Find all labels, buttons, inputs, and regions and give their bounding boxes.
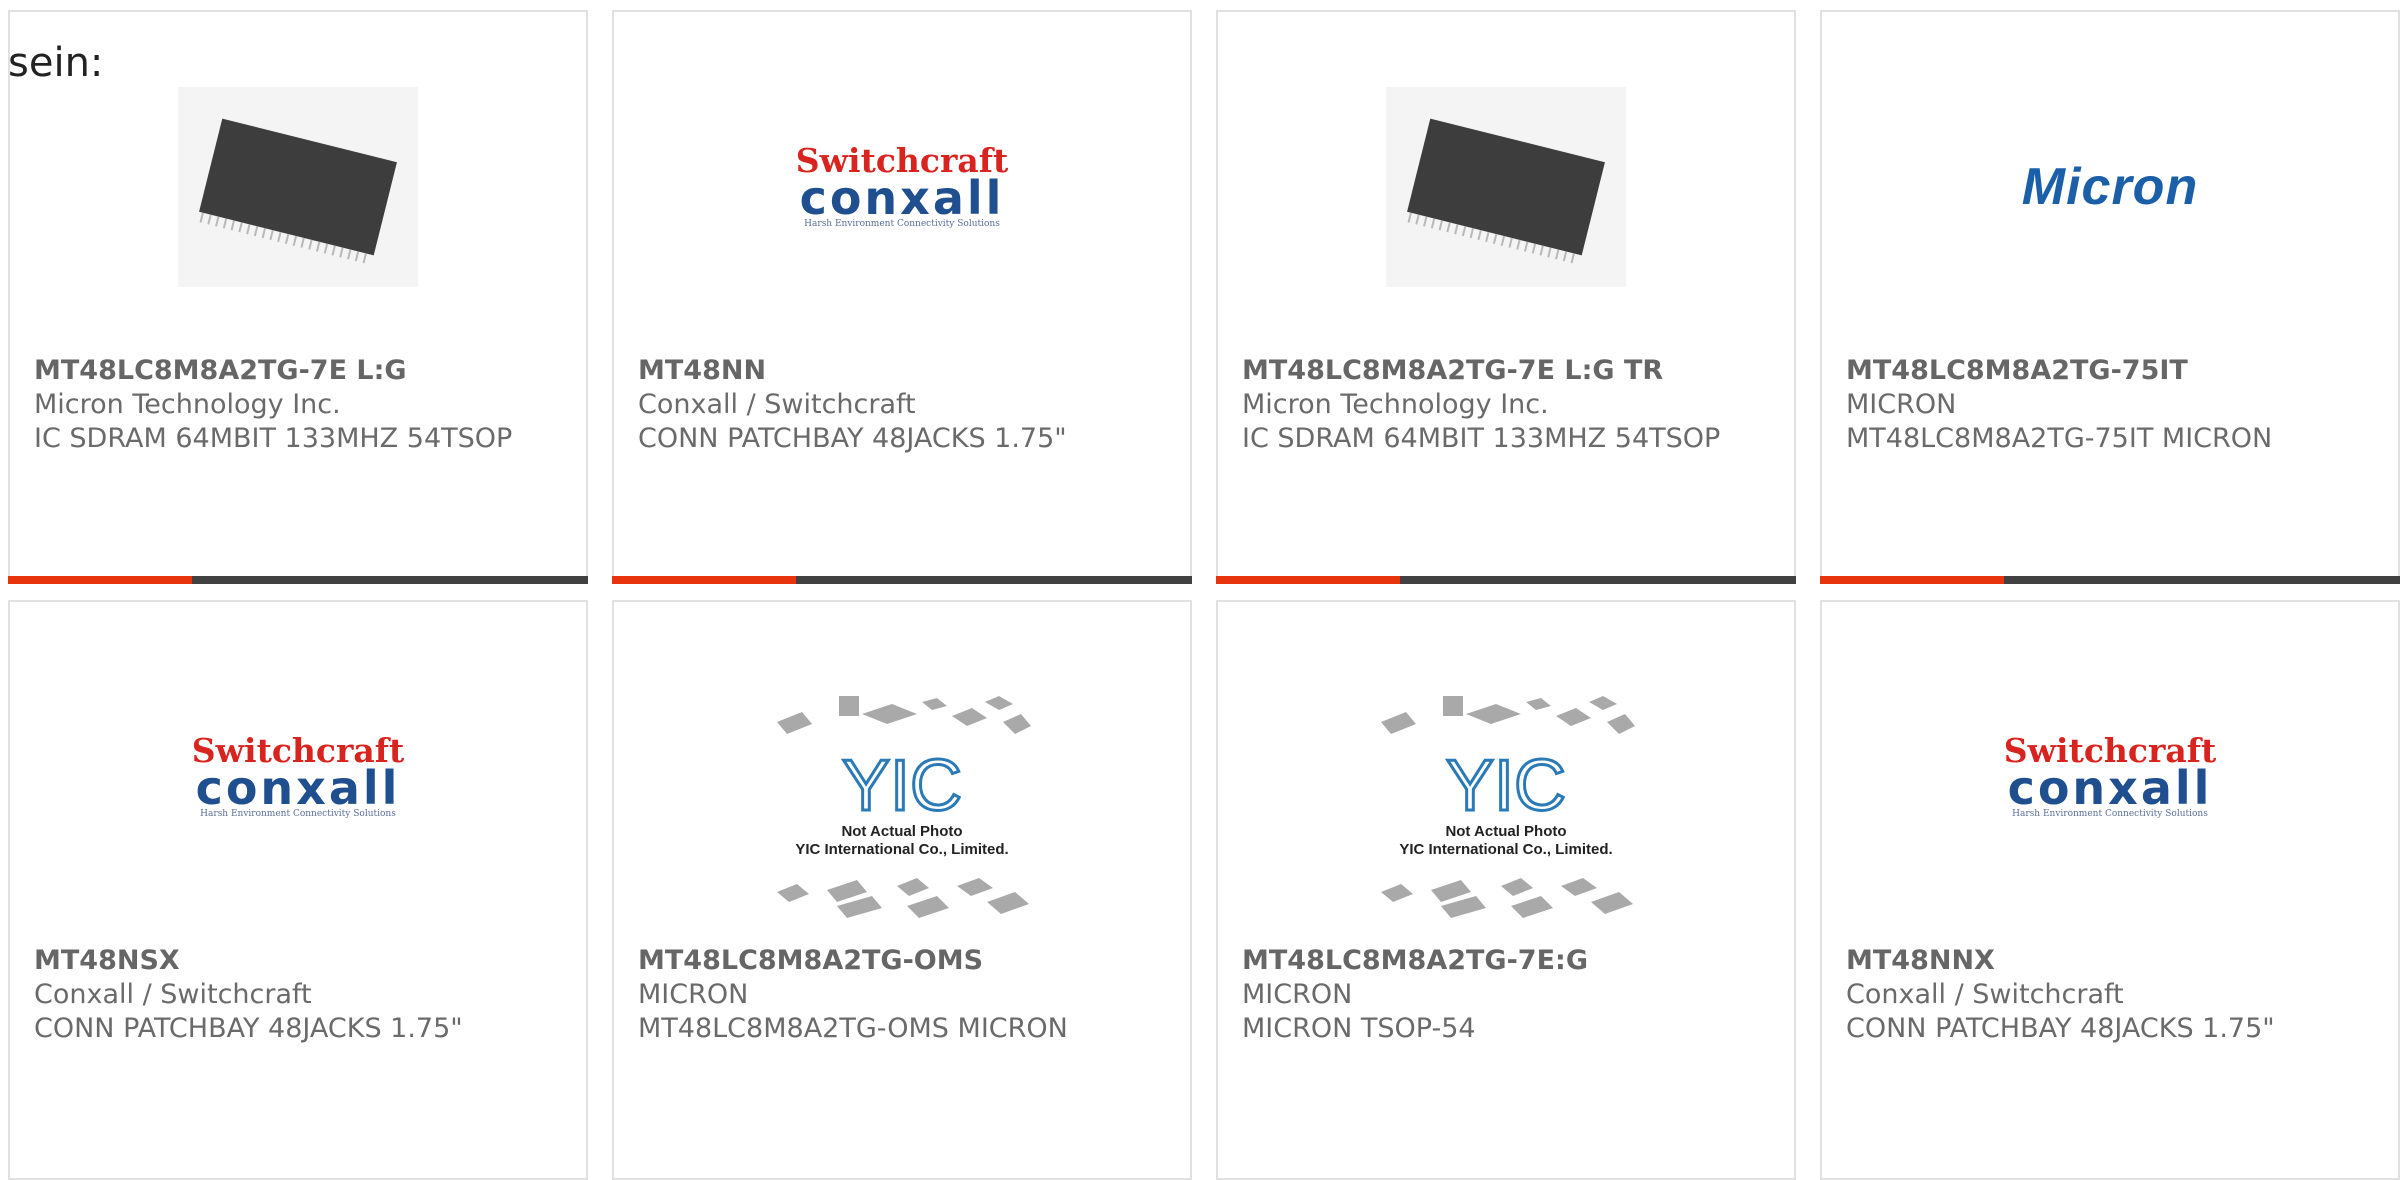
yic-placeholder-image: YIC Not Actual Photo YIC International C… — [777, 696, 1031, 918]
description: IC SDRAM 64MBIT 133MHZ 54TSOP — [34, 423, 513, 454]
product-card[interactable]: Switchcraft conxall Harsh Environment Co… — [8, 600, 588, 1180]
product-card[interactable]: YIC Not Actual Photo YIC International C… — [612, 600, 1192, 1180]
description: MICRON TSOP-54 — [1242, 1013, 1476, 1044]
product-card[interactable]: MT48LC8M8A2TG-7E L:G TR Micron Technolog… — [1216, 10, 1796, 584]
product-image[interactable]: Switchcraft conxall Harsh Environment Co… — [10, 657, 586, 897]
yic-placeholder-image: YIC Not Actual Photo YIC International C… — [1381, 696, 1635, 918]
card-accent-bar — [612, 576, 1192, 584]
description: CONN PATCHBAY 48JACKS 1.75" — [638, 423, 1067, 454]
switchcraft-conxall-logo: Switchcraft conxall Harsh Environment Co… — [2003, 731, 2217, 820]
description: MT48LC8M8A2TG-OMS MICRON — [638, 1013, 1068, 1044]
product-card[interactable]: MT48LC8M8A2TG-7E L:G Micron Technology I… — [8, 10, 588, 584]
product-image[interactable]: YIC Not Actual Photo YIC International C… — [614, 692, 1190, 932]
product-image[interactable]: Switchcraft conxall Harsh Environment Co… — [614, 67, 1190, 307]
svg-text:YIC: YIC — [842, 746, 962, 826]
manufacturer: MICRON — [1846, 389, 1957, 420]
switchcraft-conxall-logo: Switchcraft conxall Harsh Environment Co… — [795, 141, 1009, 230]
description: MT48LC8M8A2TG-75IT MICRON — [1846, 423, 2273, 454]
svg-text:Not Actual Photo: Not Actual Photo — [841, 823, 962, 840]
part-number-link[interactable]: MT48NN — [638, 354, 1170, 388]
product-card[interactable]: YIC Not Actual Photo YIC International C… — [1216, 600, 1796, 1180]
description: IC SDRAM 64MBIT 133MHZ 54TSOP — [1242, 423, 1721, 454]
manufacturer: MICRON — [638, 979, 749, 1010]
switchcraft-conxall-logo: Switchcraft conxall Harsh Environment Co… — [191, 731, 405, 820]
part-number-link[interactable]: MT48LC8M8A2TG-75IT — [1846, 354, 2378, 388]
manufacturer: Micron Technology Inc. — [1242, 389, 1549, 420]
svg-text:Not Actual Photo: Not Actual Photo — [1445, 823, 1566, 840]
product-image[interactable]: Micron — [1822, 67, 2398, 307]
svg-text:YIC International Co., Limited: YIC International Co., Limited. — [795, 841, 1008, 858]
product-image[interactable] — [1218, 67, 1794, 307]
part-number-link[interactable]: MT48LC8M8A2TG-7E:G — [1242, 944, 1774, 978]
part-number-link[interactable]: MT48LC8M8A2TG-7E L:G TR — [1242, 354, 1774, 388]
part-number-link[interactable]: MT48LC8M8A2TG-OMS — [638, 944, 1170, 978]
svg-text:YIC: YIC — [1446, 746, 1566, 826]
card-accent-bar — [1216, 576, 1796, 584]
intro-text: sein: — [8, 40, 104, 86]
part-number-link[interactable]: MT48NNX — [1846, 944, 2378, 978]
tsop-chip-image — [178, 87, 418, 287]
product-card[interactable]: Micron MT48LC8M8A2TG-75IT MICRON MT48LC8… — [1820, 10, 2400, 584]
manufacturer: Conxall / Switchcraft — [34, 979, 312, 1010]
svg-text:YIC International Co., Limited: YIC International Co., Limited. — [1399, 841, 1612, 858]
manufacturer: MICRON — [1242, 979, 1353, 1010]
product-card[interactable]: Switchcraft conxall Harsh Environment Co… — [1820, 600, 2400, 1180]
card-accent-bar — [1820, 576, 2400, 584]
tsop-chip-image — [1386, 87, 1626, 287]
micron-logo: Micron — [2021, 158, 2199, 216]
description: CONN PATCHBAY 48JACKS 1.75" — [34, 1013, 463, 1044]
part-number-link[interactable]: MT48LC8M8A2TG-7E L:G — [34, 354, 566, 388]
description: CONN PATCHBAY 48JACKS 1.75" — [1846, 1013, 2275, 1044]
product-image[interactable] — [10, 67, 586, 307]
card-accent-bar — [8, 576, 588, 584]
product-image[interactable]: YIC Not Actual Photo YIC International C… — [1218, 692, 1794, 932]
manufacturer: Conxall / Switchcraft — [638, 389, 916, 420]
manufacturer: Micron Technology Inc. — [34, 389, 341, 420]
part-number-link[interactable]: MT48NSX — [34, 944, 566, 978]
product-image[interactable]: Switchcraft conxall Harsh Environment Co… — [1822, 657, 2398, 897]
product-card[interactable]: Switchcraft conxall Harsh Environment Co… — [612, 10, 1192, 584]
manufacturer: Conxall / Switchcraft — [1846, 979, 2124, 1010]
